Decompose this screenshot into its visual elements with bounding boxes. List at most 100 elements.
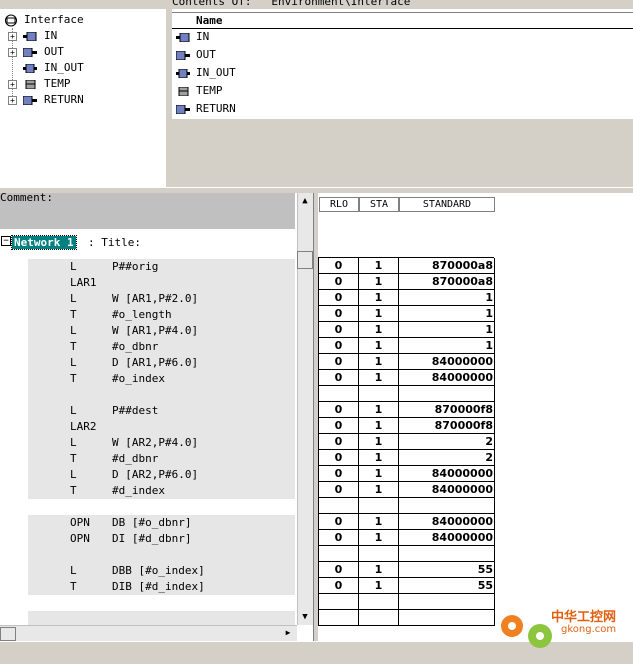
sta-value [358,386,398,402]
instruction-operand: #d_dbnr [112,452,159,465]
name-column-header[interactable]: Name [172,12,633,29]
tree-item-in[interactable]: + IN [0,28,166,44]
standard-value: 84000000 [398,482,495,498]
sta-value: 1 [358,578,398,594]
param-return-icon [176,105,190,114]
standard-value: 1 [398,338,495,354]
instruction-op: T [70,580,77,593]
rlo-value: 0 [318,258,358,274]
instruction-op: OPN [70,516,90,529]
code-line[interactable]: T #o_length [28,307,295,323]
expand-icon[interactable]: + [8,32,17,41]
tree-item-out[interactable]: + OUT [0,44,166,60]
code-line[interactable] [28,387,295,403]
status-row: 0 1 870000f8 [318,418,495,434]
tree-item-in-out[interactable]: IN_OUT [0,60,166,76]
rlo-value: 0 [318,482,358,498]
instruction-op: L [70,436,77,449]
code-line[interactable]: L W [AR1,P#4.0] [28,323,295,339]
code-line[interactable]: OPN DB [#o_dbnr] [28,515,295,531]
scroll-right-icon[interactable]: ▶ [281,627,295,639]
network-title: : Title: [88,236,141,249]
network-header[interactable]: − Network 1 : Title: [0,235,295,253]
standard-value: 1 [398,306,495,322]
rlo-value: 0 [318,530,358,546]
contents-item-label: IN_OUT [196,66,236,79]
param-temp-icon [25,80,36,89]
expand-icon[interactable]: + [8,48,17,57]
code-line[interactable]: OPN DI [#d_dbnr] [28,531,295,547]
contents-item-label: IN [196,30,210,43]
code-line[interactable] [28,499,295,515]
scroll-up-icon[interactable]: ▲ [297,193,313,209]
code-line[interactable]: T DIB [#d_index] [28,579,295,595]
code-line[interactable]: T #o_index [28,371,295,387]
code-line[interactable]: T #d_dbnr [28,451,295,467]
code-line[interactable]: L DBB [#o_index] [28,563,295,579]
param-out-icon [23,48,37,57]
rlo-column-header[interactable]: RLO [319,197,359,212]
contents-item-in[interactable]: IN [172,29,633,45]
code-line[interactable]: L P##dest [28,403,295,419]
status-row [318,610,495,626]
status-row [318,594,495,610]
code-line[interactable]: LAR1 [28,275,295,291]
instruction-op: LAR1 [70,276,97,289]
collapse-icon[interactable]: − [1,236,11,246]
instruction-operand: #o_dbnr [112,340,159,353]
rlo-value: 0 [318,290,358,306]
status-row: 0 1 84000000 [318,514,495,530]
instruction-op: L [70,356,77,369]
tree-item-return[interactable]: + RETURN [0,92,166,108]
code-line[interactable]: L W [AR1,P#2.0] [28,291,295,307]
code-line[interactable]: L D [AR1,P#6.0] [28,355,295,371]
h-scroll-thumb[interactable] [0,627,16,641]
expand-icon[interactable]: + [8,96,17,105]
network-badge[interactable]: Network 1 [11,235,77,250]
status-grid: 0 1 870000a8 0 1 870000a8 0 1 1 0 1 1 0 1 1 0 1 1 0 1 840000… [318,257,495,628]
instruction-operand: DB [#o_dbnr] [112,516,192,529]
code-line[interactable]: T #d_index [28,483,295,499]
editor-horizontal-scrollbar[interactable] [0,625,297,642]
status-row: 0 1 84000000 [318,530,495,546]
rlo-value [318,386,358,402]
code-line[interactable]: L P##orig [28,259,295,275]
sta-value: 1 [358,402,398,418]
code-line[interactable]: L W [AR2,P#4.0] [28,435,295,451]
instruction-op: L [70,404,77,417]
status-row: 0 1 55 [318,562,495,578]
watermark-url: gkong.com [561,624,617,635]
code-line[interactable] [28,547,295,563]
scroll-down-icon[interactable]: ▼ [297,609,313,625]
rlo-value: 0 [318,322,358,338]
code-line[interactable]: LAR2 [28,419,295,435]
status-row [318,498,495,514]
contents-item-out[interactable]: OUT [172,47,633,63]
sta-column-header[interactable]: STA [359,197,399,212]
contents-item-temp[interactable]: TEMP [172,83,633,99]
expand-icon[interactable]: + [8,80,17,89]
interface-tree[interactable]: Interface + IN + OUT IN_OUT + TEMP + RET… [0,9,167,187]
tree-item-temp[interactable]: + TEMP [0,76,166,92]
instruction-operand: #o_length [112,308,172,321]
rlo-value: 0 [318,562,358,578]
standard-value: 84000000 [398,354,495,370]
code-line[interactable]: T #o_dbnr [28,339,295,355]
contents-item-return[interactable]: RETURN [172,101,633,117]
code-line[interactable]: L D [AR2,P#6.0] [28,467,295,483]
tree-item-label: IN_OUT [44,61,84,74]
instruction-op: L [70,564,77,577]
tree-root[interactable]: Interface [0,12,166,28]
contents-item-in-out[interactable]: IN_OUT [172,65,633,81]
scroll-thumb[interactable] [297,251,313,269]
rlo-value: 0 [318,578,358,594]
standard-value: 870000a8 [398,258,495,274]
instruction-op: T [70,452,77,465]
standard-column-header[interactable]: STANDARD [399,197,495,212]
code-line[interactable] [28,595,295,611]
name-header-label: Name [196,14,223,27]
sta-value [358,594,398,610]
standard-value: 84000000 [398,514,495,530]
rlo-value [318,498,358,514]
instruction-op: T [70,372,77,385]
